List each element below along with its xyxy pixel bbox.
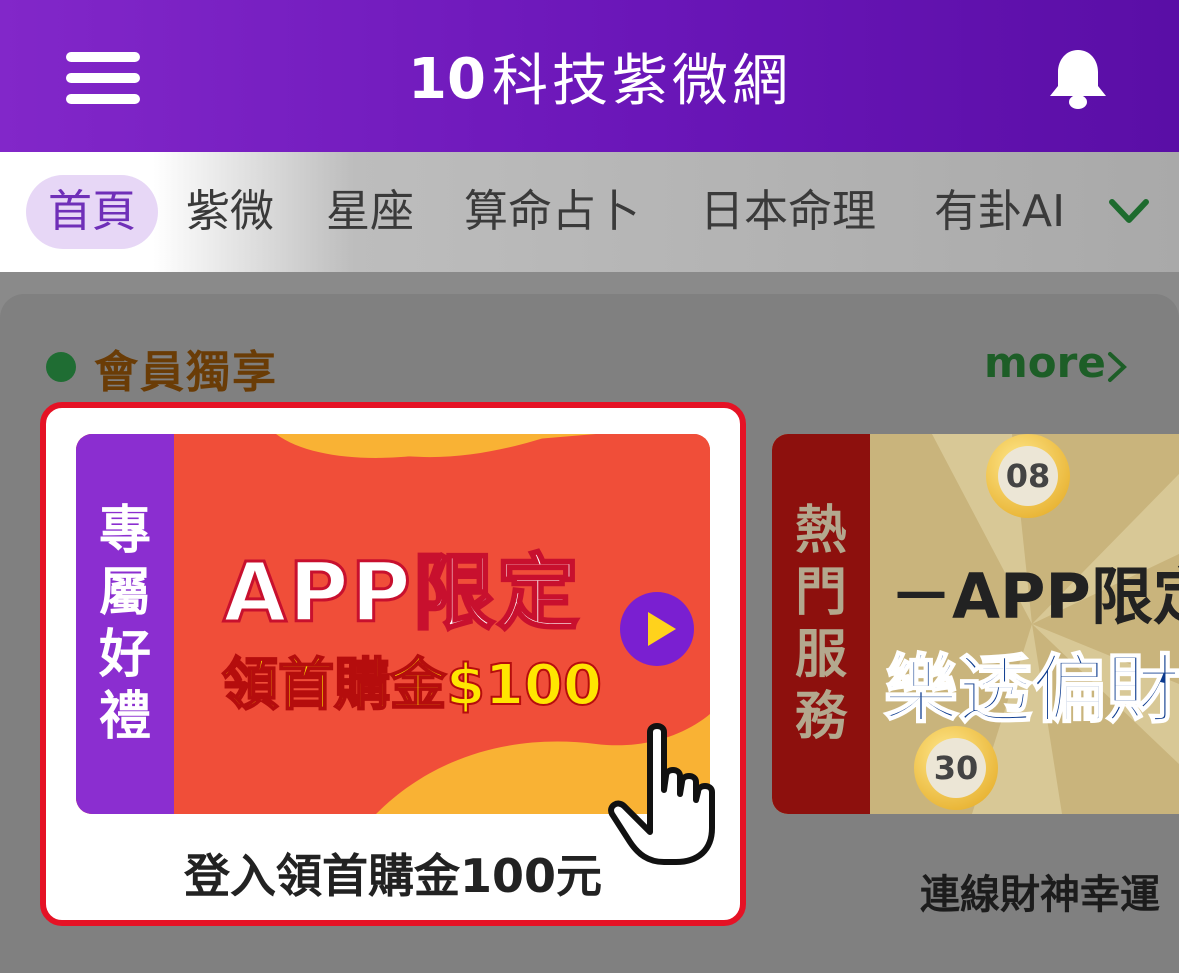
pointer-hand-icon bbox=[608, 723, 715, 865]
lottery-ball: 08 bbox=[986, 434, 1070, 518]
tag-char: 熱 bbox=[794, 501, 847, 561]
hamburger-menu-icon[interactable] bbox=[66, 52, 140, 104]
logo-text: 科技紫微網 bbox=[492, 48, 792, 114]
tag-char: 專 bbox=[98, 501, 151, 561]
banner-headline: APP限定 bbox=[222, 545, 581, 643]
tag-char: 門 bbox=[794, 563, 847, 623]
more-link[interactable]: more bbox=[984, 338, 1106, 387]
app-header: 108 科技紫微網 bbox=[0, 0, 1179, 152]
section-dot-icon bbox=[46, 352, 76, 382]
tag-char: 好 bbox=[98, 625, 151, 685]
card-caption[interactable]: 連線財神幸運 bbox=[920, 862, 1160, 920]
tag-char: 服 bbox=[794, 625, 847, 685]
tag-char: 屬 bbox=[98, 563, 151, 623]
logo-mark-icon: 108 bbox=[408, 47, 484, 110]
tag-char: 禮 bbox=[98, 687, 151, 747]
banner-tag-exclusive: 專 屬 好 禮 bbox=[76, 434, 174, 814]
lottery-ball-number: 30 bbox=[926, 738, 986, 798]
section-title: 會員獨享 bbox=[94, 347, 278, 398]
banner-subline: 樂透偏財 bbox=[883, 646, 1179, 734]
banner-headline: －APP限定 bbox=[890, 560, 1179, 633]
tab-ziwei[interactable]: 紫微 bbox=[186, 175, 274, 249]
lottery-ball: 30 bbox=[914, 726, 998, 810]
site-logo[interactable]: 108 科技紫微網 bbox=[408, 38, 792, 114]
tab-japanese[interactable]: 日本命理 bbox=[700, 175, 876, 249]
bell-icon[interactable] bbox=[1042, 46, 1114, 110]
banner-tag-popular: 熱 門 服 務 bbox=[772, 434, 870, 814]
promo-banner-lottery[interactable]: 熱 門 服 務 08 30 －APP限定 樂透偏財 bbox=[772, 434, 1179, 814]
lottery-ball-number: 08 bbox=[998, 446, 1058, 506]
chevron-down-icon[interactable] bbox=[1108, 196, 1150, 226]
play-icon[interactable] bbox=[620, 592, 694, 666]
tab-ai[interactable]: 有卦AI bbox=[934, 175, 1065, 249]
tab-horoscope[interactable]: 星座 bbox=[326, 175, 414, 249]
tag-char: 務 bbox=[794, 687, 847, 747]
tab-divination[interactable]: 算命占卜 bbox=[464, 175, 640, 249]
banner-subline: 領首購金$100 bbox=[221, 652, 603, 719]
tab-home[interactable]: 首頁 bbox=[26, 175, 158, 249]
svg-text:108: 108 bbox=[408, 47, 484, 110]
chevron-right-icon[interactable] bbox=[1106, 350, 1128, 384]
